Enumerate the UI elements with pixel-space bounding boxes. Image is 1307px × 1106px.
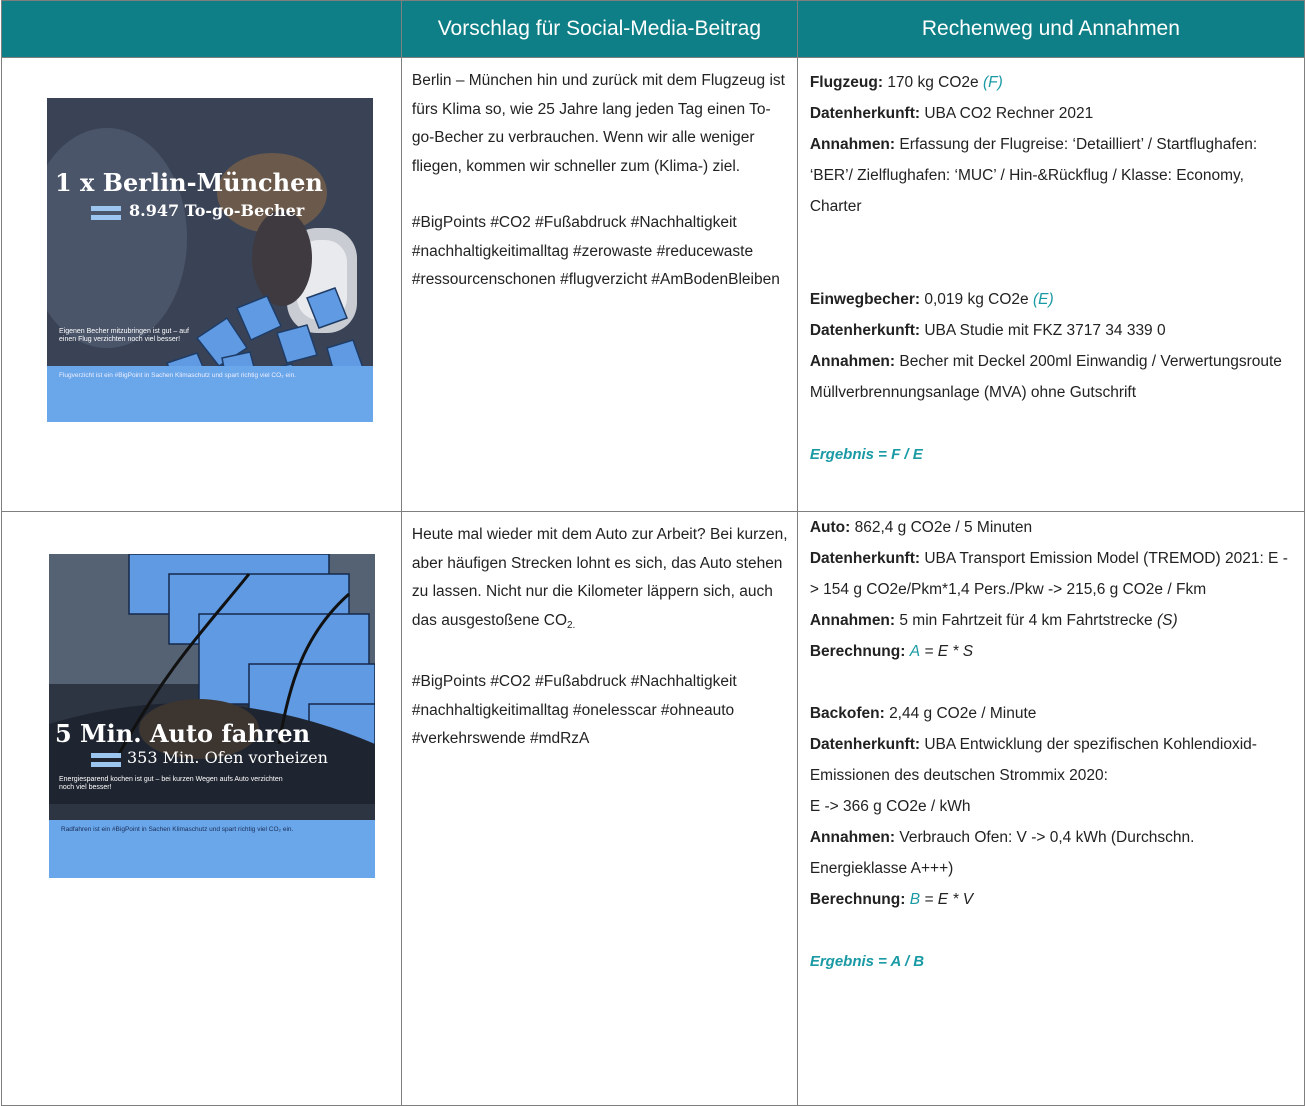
header-row: Vorschlag für Social-Media-Beitrag Reche… — [1, 0, 1306, 58]
poster-title: 1 x Berlin-München — [55, 168, 323, 197]
poster-subtitle: 8.947 To-go-Becher — [129, 201, 305, 220]
image-cell: 5 Min. Auto fahren 353 Min. Ofen vorheiz… — [1, 511, 402, 1106]
post-hashtags: #BigPoints #CO2 #Fußabdruck #Nachhaltigk… — [411, 214, 780, 288]
result: Ergebnis = F / E — [809, 446, 923, 463]
poster-footer: Radfahren ist ein #BigPoint in Sachen Kl… — [61, 826, 294, 833]
assumption-label: Annahmen: — [809, 829, 896, 846]
source-label: Datenherkunft: — [809, 736, 921, 753]
calc-label: Einwegbecher: — [809, 291, 921, 308]
calc-label: Backofen: — [809, 705, 885, 722]
poster-caption: Energiesparend kochen ist gut – bei kurz… — [59, 776, 283, 791]
poster-title: 5 Min. Auto fahren — [55, 719, 311, 748]
header-post: Vorschlag für Social-Media-Beitrag — [400, 0, 798, 58]
poster-image-flight: 1 x Berlin-München 8.947 To-go-Becher Ei… — [47, 98, 373, 422]
source-text: UBA Studie mit FKZ 3717 34 339 0 — [924, 322, 1166, 339]
poster-subtitle: 353 Min. Ofen vorheizen — [127, 748, 328, 767]
header-empty — [1, 0, 402, 58]
stripe-icon — [91, 215, 121, 220]
calc-formula-label: Berechnung: — [809, 643, 906, 660]
post-cell: Heute mal wieder mit dem Auto zur Arbeit… — [400, 511, 798, 1106]
calc-cell: Flugzeug: 170 kg CO2e (F) Datenherkunft:… — [796, 57, 1306, 512]
calc-label: Flugzeug: — [809, 74, 883, 91]
source-label: Datenherkunft: — [809, 105, 921, 122]
post-text-wrap: Heute mal wieder mit dem Auto zur Arbeit… — [412, 521, 788, 640]
calc-value: 2,44 g CO2e / Minute — [889, 705, 1037, 722]
assumption-var: (S) — [1156, 612, 1178, 629]
formula-var: B — [909, 891, 921, 908]
calc-cell: Auto: 862,4 g CO2e / 5 Minuten Datenherk… — [796, 511, 1306, 1106]
calc-value: 0,019 kg CO2e — [924, 291, 1029, 308]
formula: = E * V — [924, 891, 974, 908]
post-hashtags: #BigPoints #CO2 #Fußabdruck #Nachhaltigk… — [411, 673, 737, 747]
poster-caption: Eigenen Becher mitzubringen ist gut – au… — [59, 328, 189, 343]
main-table: Vorschlag für Social-Media-Beitrag Reche… — [1, 0, 1306, 1106]
source-label: Datenherkunft: — [809, 550, 921, 567]
post-text: Berlin – München hin und zurück mit dem … — [411, 72, 785, 175]
stripe-icon — [91, 762, 121, 767]
formula: = E * S — [924, 643, 974, 660]
source-text-2: E -> 366 g CO2e / kWh — [809, 798, 971, 815]
formula-var: A — [909, 643, 921, 660]
calc-formula-label: Berechnung: — [809, 891, 906, 908]
stripe-icon — [91, 753, 121, 758]
stripe-icon — [91, 206, 121, 211]
source-label: Datenherkunft: — [809, 322, 921, 339]
source-text: UBA CO2 Rechner 2021 — [924, 105, 1094, 122]
poster-image-car: 5 Min. Auto fahren 353 Min. Ofen vorheiz… — [49, 554, 375, 878]
result: Ergebnis = A / B — [809, 953, 925, 970]
post-cell: Berlin – München hin und zurück mit dem … — [400, 57, 798, 512]
poster-footer: Flugverzicht ist ein #BigPoint in Sachen… — [59, 372, 296, 379]
table-row: 5 Min. Auto fahren 353 Min. Ofen vorheiz… — [1, 511, 1306, 1106]
calc-var: (E) — [1032, 291, 1054, 308]
assumption-label: Annahmen: — [809, 612, 896, 629]
post-text-sub: 2. — [567, 619, 576, 631]
image-cell: 1 x Berlin-München 8.947 To-go-Becher Ei… — [1, 57, 402, 512]
calc-value: 170 kg CO2e — [887, 74, 979, 91]
post-text: Heute mal wieder mit dem Auto zur Arbeit… — [411, 526, 788, 629]
table-row: 1 x Berlin-München 8.947 To-go-Becher Ei… — [1, 57, 1306, 512]
calc-var: (F) — [982, 74, 1003, 91]
header-calc: Rechenweg und Annahmen — [796, 0, 1306, 58]
assumption-label: Annahmen: — [809, 136, 896, 153]
calc-value: 862,4 g CO2e / 5 Minuten — [854, 519, 1033, 536]
assumption-text: 5 min Fahrtzeit für 4 km Fahrtstrecke — [899, 612, 1153, 629]
assumption-label: Annahmen: — [809, 353, 896, 370]
calc-label: Auto: — [809, 519, 851, 536]
